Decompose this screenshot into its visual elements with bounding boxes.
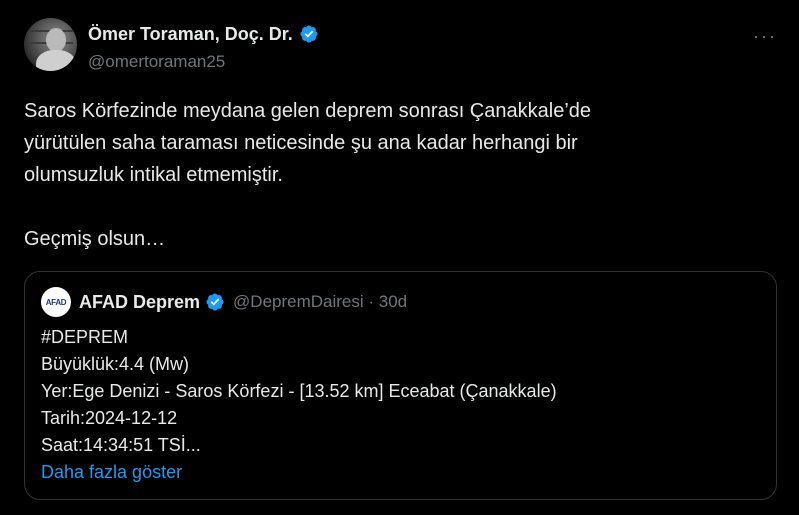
- verified-badge-icon[interactable]: [299, 24, 319, 44]
- tweet-text: Saros Körfezinde meydana gelen deprem so…: [24, 100, 592, 250]
- quoted-tweet-text: #DEPREM Büyüklük:4.4 (Mw) Yer:Ege Denizi…: [41, 324, 557, 486]
- more-dots-icon[interactable]: ···: [753, 26, 777, 47]
- quoted-line: Yer:Ege Denizi - Saros Körfezi - [13.52 …: [41, 381, 557, 401]
- author-name[interactable]: Ömer Toraman, Doç. Dr.: [88, 24, 293, 45]
- quoted-author-name[interactable]: AFAD Deprem: [79, 292, 200, 313]
- quoted-line: Saat:14:34:51 TSİ...: [41, 435, 201, 455]
- quoted-line: Tarih:2024-12-12: [41, 408, 178, 428]
- avatar-detail: [36, 50, 76, 71]
- afad-logo[interactable]: AFAD: [41, 287, 71, 317]
- avatar[interactable]: [24, 18, 77, 71]
- quoted-handle-time[interactable]: @DepremDairesi · 30d: [233, 292, 407, 312]
- show-more-link[interactable]: Daha fazla göster: [41, 459, 557, 486]
- author-handle[interactable]: @omertoraman25: [88, 52, 225, 72]
- quoted-tweet[interactable]: AFAD AFAD Deprem @DepremDairesi · 30d #D…: [24, 271, 777, 500]
- verified-badge-icon: [206, 293, 224, 311]
- author-name-row: Ömer Toraman, Doç. Dr.: [88, 22, 319, 46]
- avatar-detail: [46, 28, 66, 52]
- quoted-line: #DEPREM: [41, 327, 129, 347]
- quoted-line: Büyüklük:4.4 (Mw): [41, 354, 190, 374]
- quoted-tweet-header: AFAD AFAD Deprem @DepremDairesi · 30d: [41, 287, 407, 317]
